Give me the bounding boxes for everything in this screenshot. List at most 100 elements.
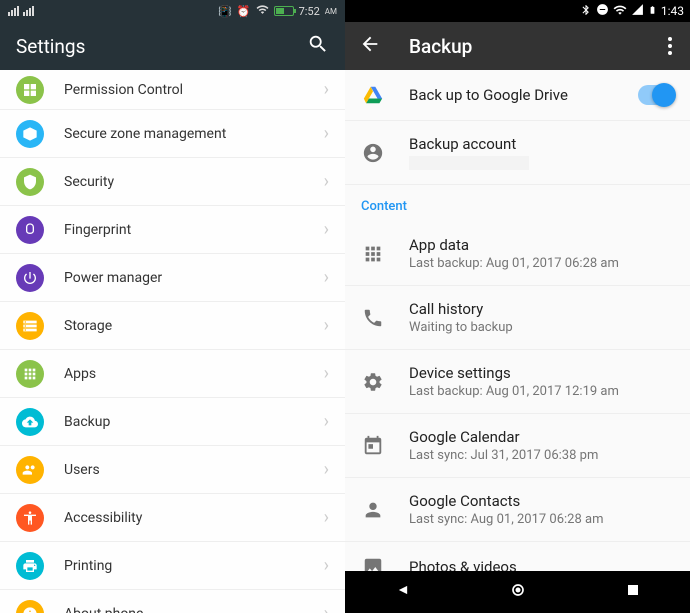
item-label: Call history	[409, 300, 674, 318]
chevron-right-icon: ›	[324, 123, 329, 144]
page-title: Settings	[16, 35, 85, 58]
item-label: Photos & videos	[409, 558, 674, 571]
chevron-right-icon: ›	[324, 555, 329, 576]
item-sublabel: Last sync: Aug 01, 2017 06:28 am	[409, 512, 674, 527]
shield-icon	[16, 168, 44, 196]
chevron-right-icon: ›	[324, 603, 329, 613]
item-label: Printing	[64, 558, 304, 574]
backup-list[interactable]: Back up to Google Drive Backup account C…	[345, 70, 690, 571]
backup-item-photos-videos[interactable]: Photos & videos	[345, 542, 690, 571]
nav-recent-button[interactable]	[623, 580, 643, 604]
item-label: Google Calendar	[409, 428, 674, 446]
item-label: Google Contacts	[409, 492, 674, 510]
settings-item-permission-control[interactable]: Permission Control ›	[0, 70, 345, 110]
signal-icon	[8, 6, 19, 16]
app-bar: Settings	[0, 22, 345, 70]
backup-item-call-history[interactable]: Call history Waiting to backup	[345, 286, 690, 350]
settings-item-backup[interactable]: Backup ›	[0, 398, 345, 446]
phone-icon	[361, 307, 385, 329]
page-title: Backup	[409, 35, 630, 58]
item-label: Permission Control	[64, 82, 304, 98]
app-bar: Backup	[345, 22, 690, 70]
signal-icon	[23, 6, 34, 16]
access-icon	[16, 504, 44, 532]
nav-back-button[interactable]	[393, 580, 413, 604]
chevron-right-icon: ›	[324, 171, 329, 192]
item-label: Backup	[64, 414, 304, 430]
item-label: Apps	[64, 366, 304, 382]
wifi-icon	[613, 3, 627, 20]
settings-list[interactable]: Permission Control › Secure zone managem…	[0, 70, 345, 613]
search-button[interactable]	[307, 33, 329, 59]
settings-item-accessibility[interactable]: Accessibility ›	[0, 494, 345, 542]
backup-item-app-data[interactable]: App data Last backup: Aug 01, 2017 06:28…	[345, 222, 690, 286]
clock-time: 7:52	[299, 5, 320, 18]
item-label: Power manager	[64, 270, 304, 286]
wifi-icon	[256, 3, 269, 19]
chevron-right-icon: ›	[324, 411, 329, 432]
navigation-bar	[345, 571, 690, 613]
item-label: Security	[64, 174, 304, 190]
chevron-right-icon: ›	[324, 267, 329, 288]
settings-item-printing[interactable]: Printing ›	[0, 542, 345, 590]
grid-icon	[16, 76, 44, 104]
print-icon	[16, 552, 44, 580]
backup-icon	[16, 408, 44, 436]
settings-item-secure-zone-management[interactable]: Secure zone management ›	[0, 110, 345, 158]
item-sublabel: Waiting to backup	[409, 320, 674, 335]
nav-home-button[interactable]	[508, 580, 528, 604]
settings-item-apps[interactable]: Apps ›	[0, 350, 345, 398]
search-icon	[307, 33, 329, 55]
apps-icon	[361, 243, 385, 265]
power-icon	[16, 264, 44, 292]
status-bar: 1:43	[345, 0, 690, 22]
settings-item-security[interactable]: Security ›	[0, 158, 345, 206]
item-label: Storage	[64, 318, 304, 334]
zone-icon	[16, 120, 44, 148]
backup-toggle[interactable]	[638, 85, 674, 105]
settings-item-storage[interactable]: Storage ›	[0, 302, 345, 350]
photo-icon	[361, 556, 385, 571]
back-button[interactable]	[359, 33, 381, 59]
item-sublabel: Last sync: Jul 31, 2017 06:38 pm	[409, 448, 674, 463]
settings-item-users[interactable]: Users ›	[0, 446, 345, 494]
signal-icon	[631, 3, 644, 19]
backup-drive-label: Back up to Google Drive	[409, 86, 614, 104]
apps-icon	[16, 360, 44, 388]
battery-icon	[648, 3, 657, 20]
backup-item-google-calendar[interactable]: Google Calendar Last sync: Jul 31, 2017 …	[345, 414, 690, 478]
bluetooth-icon	[580, 4, 592, 19]
item-label: Accessibility	[64, 510, 304, 526]
chevron-right-icon: ›	[324, 363, 329, 384]
backup-item-device-settings[interactable]: Device settings Last backup: Aug 01, 201…	[345, 350, 690, 414]
item-label: Device settings	[409, 364, 674, 382]
backup-account-label: Backup account	[409, 135, 674, 153]
chevron-right-icon: ›	[324, 79, 329, 100]
item-label: Fingerprint	[64, 222, 304, 238]
backup-account-row[interactable]: Backup account	[345, 121, 690, 185]
backup-to-drive-row[interactable]: Back up to Google Drive	[345, 70, 690, 121]
item-label: App data	[409, 236, 674, 254]
item-label: About phone	[64, 606, 304, 613]
status-bar: 📳 ⏰ 7:52 AM	[0, 0, 345, 22]
settings-screen: 📳 ⏰ 7:52 AM Settings Permission Control …	[0, 0, 345, 613]
chevron-right-icon: ›	[324, 507, 329, 528]
gear-icon	[361, 371, 385, 393]
arrow-back-icon	[359, 33, 381, 55]
alarm-icon: ⏰	[237, 5, 251, 18]
clock-time: 1:43	[661, 4, 684, 18]
settings-item-power-manager[interactable]: Power manager ›	[0, 254, 345, 302]
settings-item-fingerprint[interactable]: Fingerprint ›	[0, 206, 345, 254]
storage-icon	[16, 312, 44, 340]
vibrate-icon: 📳	[218, 5, 232, 18]
finger-icon	[16, 216, 44, 244]
account-icon	[361, 142, 385, 164]
chevron-right-icon: ›	[324, 459, 329, 480]
backup-item-google-contacts[interactable]: Google Contacts Last sync: Aug 01, 2017 …	[345, 478, 690, 542]
settings-item-about-phone[interactable]: About phone ›	[0, 590, 345, 613]
google-drive-icon	[361, 84, 385, 106]
overflow-menu-button[interactable]	[658, 37, 682, 55]
chevron-right-icon: ›	[324, 315, 329, 336]
chevron-right-icon: ›	[324, 219, 329, 240]
item-sublabel: Last backup: Aug 01, 2017 12:19 am	[409, 384, 674, 399]
